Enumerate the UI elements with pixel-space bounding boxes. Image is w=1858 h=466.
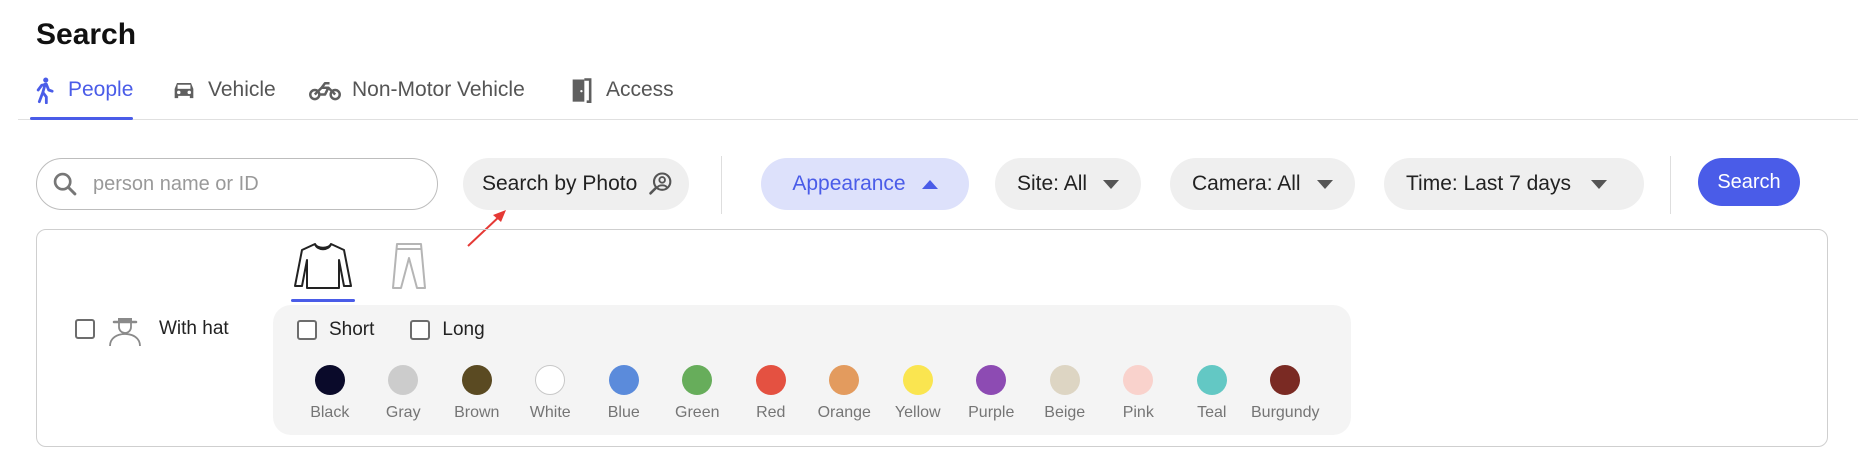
color-swatches: Black Gray Brown White Blue Green Red Orange Yel… — [293, 365, 1322, 422]
page-title: Search — [36, 18, 137, 51]
face-search-icon — [649, 172, 672, 195]
site-filter-label: Site: All — [1017, 172, 1088, 195]
tab-lower-body[interactable] — [377, 242, 441, 298]
color-options-panel: Short Long Black Gray Brown White Blue Green R… — [273, 305, 1351, 435]
motorcycle-icon — [309, 81, 341, 101]
tab-label: Non-Motor Vehicle — [352, 78, 525, 101]
color-name: Red — [756, 404, 786, 421]
color-dot — [902, 365, 933, 395]
long-checkbox[interactable] — [410, 320, 431, 340]
tab-label: Vehicle — [208, 78, 276, 101]
car-icon — [174, 83, 194, 99]
color-swatch-beige[interactable]: Beige — [1028, 365, 1102, 422]
tab-upper-body[interactable] — [291, 242, 355, 302]
tab-access[interactable]: Access — [568, 76, 674, 120]
color-swatch-red[interactable]: Red — [734, 365, 808, 422]
length-options: Short Long — [297, 319, 521, 341]
toolbar-divider — [721, 156, 722, 214]
toolbar-divider — [1670, 156, 1671, 214]
color-name: Beige — [1044, 404, 1086, 421]
short-checkbox[interactable] — [297, 320, 317, 340]
tab-label: Access — [606, 78, 674, 101]
color-dot — [461, 365, 492, 395]
color-swatch-teal[interactable]: Teal — [1175, 365, 1249, 422]
tab-people[interactable]: People — [30, 76, 134, 120]
color-swatch-white[interactable]: White — [514, 365, 588, 422]
appearance-filter-button[interactable]: Appearance — [761, 158, 969, 210]
color-name: Black — [310, 404, 350, 421]
color-swatch-yellow[interactable]: Yellow — [881, 365, 955, 422]
color-dot — [608, 365, 639, 395]
color-dot — [976, 365, 1007, 395]
person-with-hat-icon — [109, 318, 141, 347]
category-tabs: People Vehicle Non-Motor Vehicle Access — [18, 70, 1858, 120]
search-input[interactable] — [93, 172, 393, 196]
color-name: Purple — [968, 404, 1015, 421]
camera-filter-dropdown[interactable]: Camera: All — [1170, 158, 1355, 210]
color-name: White — [529, 404, 571, 421]
short-option[interactable]: Short — [297, 319, 374, 341]
color-dot — [535, 365, 566, 395]
with-hat-checkbox[interactable] — [75, 319, 95, 339]
with-hat-label: With hat — [159, 318, 229, 339]
color-name: Burgundy — [1251, 404, 1320, 421]
long-label: Long — [442, 319, 485, 340]
clothing-tabs — [291, 242, 441, 302]
long-sleeve-shirt-icon — [294, 243, 352, 289]
search-by-photo-button[interactable]: Search by Photo — [463, 158, 690, 210]
color-swatch-brown[interactable]: Brown — [440, 365, 514, 422]
color-name: Pink — [1122, 404, 1154, 421]
color-name: Gray — [385, 404, 421, 421]
color-dot — [1049, 365, 1080, 395]
short-label: Short — [329, 319, 375, 340]
site-filter-dropdown[interactable]: Site: All — [995, 158, 1142, 210]
caret-down-icon — [1316, 179, 1333, 189]
color-dot — [682, 365, 713, 395]
color-swatch-green[interactable]: Green — [661, 365, 735, 422]
color-dot — [1196, 365, 1227, 395]
with-hat-option[interactable]: With hat — [75, 310, 229, 348]
trousers-icon — [392, 243, 426, 289]
color-dot — [829, 365, 860, 395]
tab-vehicle[interactable]: Vehicle — [170, 76, 276, 120]
color-name: Yellow — [894, 404, 941, 421]
long-option[interactable]: Long — [410, 319, 485, 341]
door-icon — [572, 78, 592, 103]
color-dot — [314, 365, 345, 395]
color-dot — [755, 365, 786, 395]
color-name: Green — [675, 404, 720, 421]
tab-non-motor-vehicle[interactable]: Non-Motor Vehicle — [308, 76, 525, 120]
appearance-filter-label: Appearance — [792, 172, 906, 195]
color-swatch-purple[interactable]: Purple — [955, 365, 1029, 422]
color-swatch-orange[interactable]: Orange — [808, 365, 882, 422]
color-swatch-black[interactable]: Black — [293, 365, 367, 422]
caret-up-icon — [921, 179, 938, 189]
color-dot — [1270, 365, 1301, 395]
search-button[interactable]: Search — [1698, 158, 1800, 206]
color-name: Orange — [817, 404, 871, 421]
color-name: Teal — [1197, 404, 1227, 421]
color-swatch-pink[interactable]: Pink — [1102, 365, 1176, 422]
search-icon — [53, 172, 77, 196]
appearance-panel: With hat Short Long Black Gray Brown Whi… — [36, 229, 1828, 447]
color-swatch-blue[interactable]: Blue — [587, 365, 661, 422]
color-dot — [388, 365, 419, 395]
time-filter-dropdown[interactable]: Time: Last 7 days — [1384, 158, 1644, 210]
caret-down-icon — [1590, 179, 1607, 189]
tab-label: People — [68, 78, 134, 101]
camera-filter-label: Camera: All — [1192, 172, 1301, 195]
search-field[interactable] — [36, 158, 438, 210]
person-walking-icon — [36, 77, 54, 104]
caret-down-icon — [1103, 179, 1120, 189]
color-name: Blue — [607, 404, 640, 421]
time-filter-label: Time: Last 7 days — [1406, 172, 1571, 195]
color-name: Brown — [454, 404, 500, 421]
color-swatch-gray[interactable]: Gray — [367, 365, 441, 422]
search-by-photo-label: Search by Photo — [482, 172, 638, 195]
color-dot — [1123, 365, 1154, 395]
color-swatch-burgundy[interactable]: Burgundy — [1249, 365, 1323, 422]
